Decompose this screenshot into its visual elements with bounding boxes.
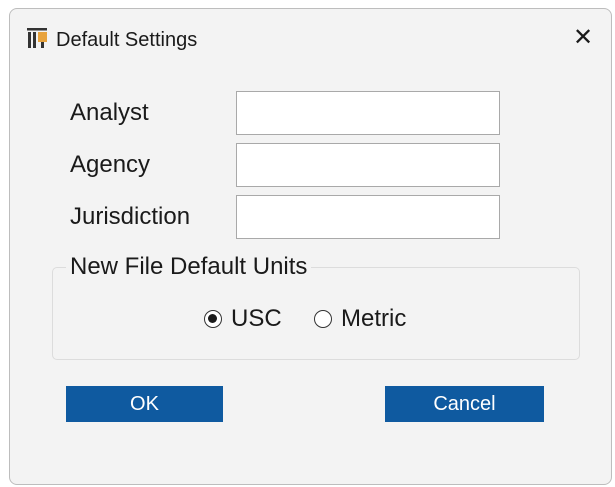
dialog-title: Default Settings xyxy=(56,29,198,51)
close-button[interactable]: ✕ xyxy=(565,21,601,53)
dialog-window: Default Settings ✕ Analyst Agency Jurisd… xyxy=(9,8,612,485)
default-units-legend: New File Default Units xyxy=(66,253,312,281)
metric-radio-label[interactable]: Metric xyxy=(341,305,406,333)
radio-unchecked-icon[interactable] xyxy=(314,310,332,328)
analyst-label: Analyst xyxy=(70,99,149,126)
agency-label: Agency xyxy=(70,151,151,178)
title-bar: Default Settings ✕ xyxy=(10,9,611,65)
agency-input[interactable] xyxy=(236,143,500,187)
analyst-input[interactable] xyxy=(236,91,500,135)
metric-radio[interactable]: Metric xyxy=(314,305,406,333)
usc-radio-label[interactable]: USC xyxy=(231,305,282,333)
jurisdiction-input[interactable] xyxy=(236,195,500,239)
ok-button[interactable]: OK xyxy=(66,386,223,422)
traffic-sign-icon xyxy=(26,27,48,49)
close-icon[interactable]: ✕ xyxy=(573,23,593,51)
radio-checked-icon[interactable] xyxy=(204,310,222,328)
usc-radio[interactable]: USC xyxy=(204,305,282,333)
cancel-button[interactable]: Cancel xyxy=(385,386,544,422)
jurisdiction-label: Jurisdiction xyxy=(70,203,191,230)
